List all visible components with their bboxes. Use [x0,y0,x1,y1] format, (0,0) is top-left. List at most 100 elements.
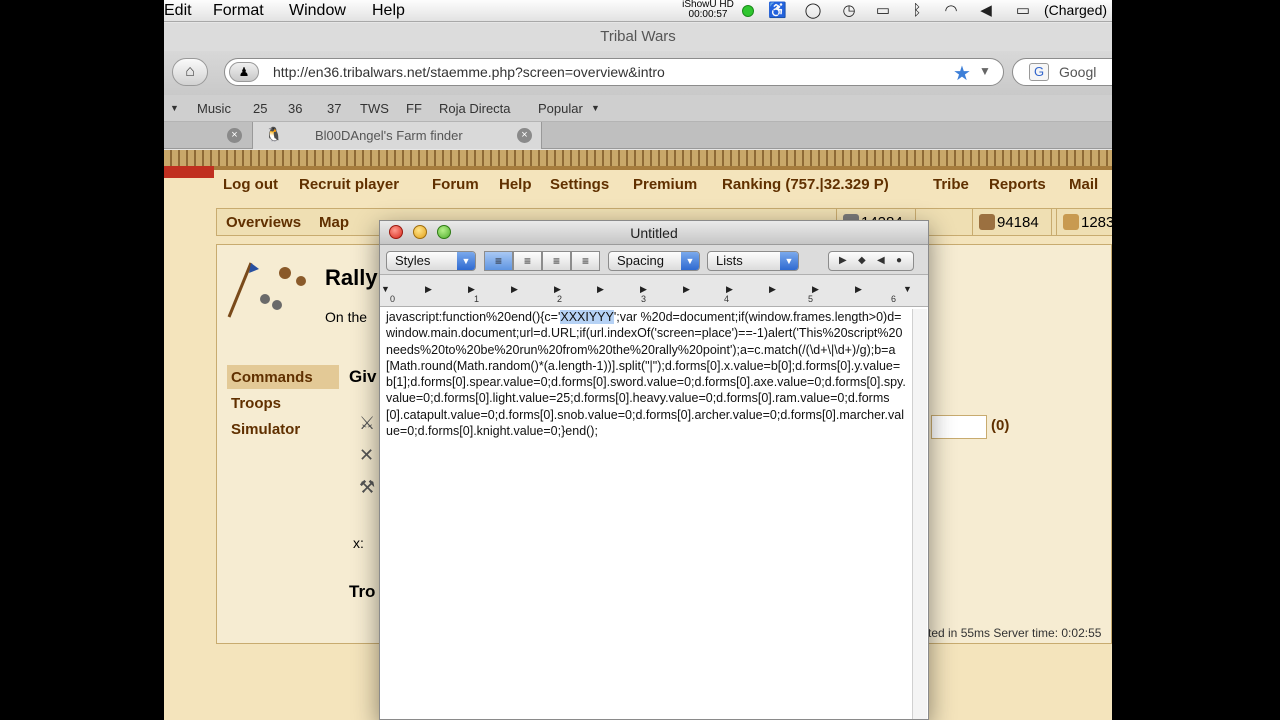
time-machine-icon[interactable]: ◷ [840,3,858,19]
lists-dropdown[interactable]: Lists ▼ [707,251,799,271]
menu-format[interactable]: Format [213,2,264,20]
tab-stop-icon[interactable]: ▶ [511,284,518,295]
population-value: 1283 [1081,214,1112,231]
display-icon[interactable]: ▭ [874,3,892,19]
bookmark-star-icon[interactable]: ★ [953,61,971,86]
minimize-window-button[interactable] [413,225,427,239]
menu-help[interactable]: Help [372,2,405,20]
menu-tribe[interactable]: Tribe [933,176,969,193]
penguin-favicon-icon: 🐧 [265,126,283,142]
ruler-number: 6 [891,294,897,304]
spear-icon: ⚔ [359,413,376,433]
home-button[interactable]: ⌂ [172,58,208,86]
document-text-area[interactable]: javascript:function%20end(){c='XXXIYYY';… [386,309,906,709]
menu-log-out[interactable]: Log out [223,176,278,193]
bookmark-ff[interactable]: FF [406,101,422,116]
close-tab-icon[interactable]: × [227,128,242,143]
link-map[interactable]: Map [319,214,349,231]
align-center-button[interactable]: ≡ [513,251,542,271]
styles-dropdown[interactable]: Styles ▼ [386,251,476,271]
chevron-down-icon: ▼ [681,252,699,270]
bookmark-25[interactable]: 25 [253,101,267,116]
bookmarks-overflow-icon[interactable]: ▼ [170,103,179,113]
search-placeholder: Googl [1059,64,1097,80]
unit-available-count[interactable]: (0) [991,417,1009,434]
bookmark-tws[interactable]: TWS [360,101,389,116]
chevron-down-icon: ▼ [457,252,475,270]
address-bar[interactable]: ♟ http://en36.tribalwars.net/staemme.php… [224,58,1004,86]
google-icon[interactable]: G [1029,63,1049,81]
decimal-tab-icon[interactable]: ● [896,255,902,266]
volume-icon[interactable]: ◀ [977,3,995,19]
bluetooth-icon[interactable]: ᛒ [908,3,926,19]
battery-icon[interactable]: ▭ [1014,3,1032,19]
chat-bubble-icon[interactable]: ◯ [804,3,822,19]
bookmark-popular[interactable]: Popular [538,101,583,116]
tab-stop-icon[interactable]: ▶ [425,284,432,295]
menu-help[interactable]: Help [499,176,532,193]
site-identity-icon[interactable]: ♟ [229,62,259,82]
side-item-simulator[interactable]: Simulator [227,417,339,441]
battery-status[interactable]: (Charged) [1044,2,1107,18]
bookmark-roja-directa[interactable]: Roja Directa [439,101,511,116]
unit-count-field[interactable] [931,415,987,439]
menu-edit[interactable]: Edit [164,2,192,20]
home-icon: ⌂ [185,63,195,80]
side-item-troops[interactable]: Troops [227,391,339,415]
close-window-button[interactable] [389,225,403,239]
tab-stop-buttons[interactable]: ▶ ◆ ◀ ● [828,251,914,271]
rally-side-menu: Commands Troops Simulator [227,365,339,443]
close-tab-icon[interactable]: × [517,128,532,143]
tab-farm-finder[interactable]: 🐧 Bl00DAngel's Farm finder × [252,122,542,149]
center-tab-icon[interactable]: ◆ [858,255,866,266]
accessibility-icon[interactable]: ♿ [768,3,787,19]
zoom-window-button[interactable] [437,225,451,239]
menu-forum[interactable]: Forum [432,176,479,193]
right-tab-icon[interactable]: ▶ [839,255,847,266]
align-justify-button[interactable]: ≡ [542,251,571,271]
lists-label: Lists [716,253,743,268]
wifi-icon[interactable]: ◠ [942,3,960,19]
tab-stop-icon[interactable]: ▶ [812,284,819,295]
tab-stop-icon[interactable]: ▶ [597,284,604,295]
menu-premium[interactable]: Premium [633,176,697,193]
link-overviews[interactable]: Overviews [226,214,301,231]
server-time-footer: ted in 55ms Server time: 0:02:55 [928,626,1102,640]
bookmark-music[interactable]: Music [197,101,231,116]
document-title: Untitled [630,225,678,241]
right-margin-marker-icon[interactable]: ▼ [903,284,912,294]
history-dropdown-icon[interactable]: ▼ [979,64,991,78]
tab-stop-icon[interactable]: ▶ [769,284,776,295]
tab-stop-icon[interactable]: ▶ [683,284,690,295]
menu-settings[interactable]: Settings [550,176,609,193]
menu-reports[interactable]: Reports [989,176,1046,193]
popular-dropdown-icon[interactable]: ▼ [591,103,600,113]
left-tab-icon[interactable]: ◀ [877,255,885,266]
ruler-indent-marker-icon[interactable]: ▼ [381,284,390,294]
ruler-number: 4 [724,294,730,304]
tab-stop-icon[interactable]: ▶ [855,284,862,295]
bookmark-36[interactable]: 36 [288,101,302,116]
align-right-button[interactable]: ≡ [571,251,600,271]
spacing-dropdown[interactable]: Spacing ▼ [608,251,700,271]
vertical-scrollbar[interactable] [912,309,927,719]
search-box[interactable]: G Googl [1012,58,1112,86]
troops-header: Tro [349,582,376,601]
script-text: ';var %20d=document;if(window.frames.len… [386,310,906,439]
menu-mail[interactable]: Mail [1069,176,1098,193]
tab-strip: × 🐧 Bl00DAngel's Farm finder × [164,122,1112,149]
bookmark-37[interactable]: 37 [327,101,341,116]
align-left-button[interactable]: ≡ [484,251,513,271]
text-ruler[interactable]: ▼ ▶ ▶ ▶ ▶ ▶ ▶ ▶ ▶ ▶ ▶ ▶ ▼ 0 1 2 3 4 5 6 [380,275,928,307]
url-text[interactable]: http://en36.tribalwars.net/staemme.php?s… [273,64,665,80]
textedit-title-bar[interactable]: Untitled [380,221,928,245]
menu-window[interactable]: Window [289,2,346,20]
format-toolbar: Styles ▼ ≡ ≡ ≡ ≡ Spacing ▼ Lists ▼ ▶ ◆ ◀… [380,245,928,275]
browser-title-bar: Tribal Wars [164,23,1112,51]
menu-recruit-player[interactable]: Recruit player [299,176,399,193]
storage-icon [979,214,995,230]
ruler-number: 5 [808,294,814,304]
recorder-status[interactable]: iShowU HD 00:00:57 [678,0,738,20]
menu-ranking[interactable]: Ranking (757.|32.329 P) [722,176,889,193]
side-item-commands[interactable]: Commands [227,365,339,389]
